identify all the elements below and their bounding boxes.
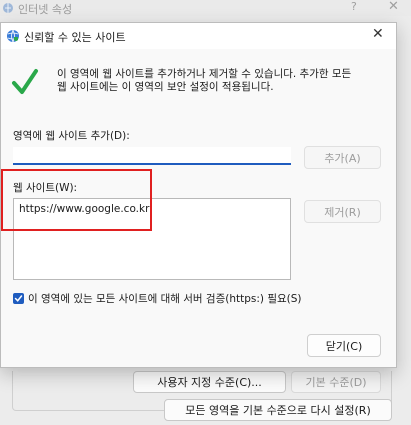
parent-close-button[interactable]: ✕ bbox=[388, 0, 399, 14]
checkmark-icon bbox=[14, 295, 23, 302]
green-checkmark-icon bbox=[12, 69, 38, 94]
shield-globe-icon bbox=[3, 3, 13, 13]
websites-list[interactable]: https://www.google.co.kr bbox=[13, 198, 291, 280]
help-button[interactable]: ? bbox=[351, 0, 357, 13]
parent-title: 인터넷 속성 bbox=[18, 3, 73, 16]
list-item[interactable]: https://www.google.co.kr bbox=[19, 203, 149, 215]
remove-button[interactable]: 제거(R) bbox=[304, 200, 381, 223]
close-button[interactable]: 닫기(C) bbox=[307, 334, 381, 357]
info-text: 이 영역에 웹 사이트를 추가하거나 제거할 수 있습니다. 추가한 모든 웹 … bbox=[57, 68, 387, 94]
info-line-1: 이 영역에 웹 사이트를 추가하거나 제거할 수 있습니다. 추가한 모든 bbox=[57, 68, 352, 80]
https-required-label[interactable]: 이 영역에 있는 모든 사이트에 대해 서버 검증(https:) 필요(S) bbox=[28, 291, 302, 306]
default-level-button[interactable]: 기본 수준(D) bbox=[291, 371, 381, 393]
modal-titlebar: 신뢰할 수 있는 사이트 ✕ bbox=[1, 23, 396, 49]
websites-label: 웹 사이트(W): bbox=[13, 182, 78, 194]
add-website-input[interactable] bbox=[13, 147, 291, 165]
custom-level-button[interactable]: 사용자 지정 수준(C)... bbox=[133, 371, 286, 393]
modal-title: 신뢰할 수 있는 사이트 bbox=[24, 31, 126, 44]
parent-titlebar: 인터넷 속성 ? ✕ bbox=[0, 0, 411, 16]
reset-all-zones-button[interactable]: 모든 영역을 기본 수준으로 다시 설정(R) bbox=[164, 399, 392, 421]
add-button[interactable]: 추가(A) bbox=[304, 146, 381, 169]
modal-close-button[interactable]: ✕ bbox=[372, 26, 384, 42]
trusted-sites-dialog: 신뢰할 수 있는 사이트 ✕ 이 영역에 웹 사이트를 추가하거나 제거할 수 … bbox=[0, 22, 397, 368]
info-line-2: 웹 사이트에는 이 영역의 보안 설정이 적용됩니다. bbox=[57, 81, 274, 93]
https-required-checkbox[interactable] bbox=[13, 293, 24, 304]
add-website-label: 영역에 웹 사이트 추가(D): bbox=[13, 130, 130, 142]
shield-globe-icon bbox=[7, 29, 19, 43]
